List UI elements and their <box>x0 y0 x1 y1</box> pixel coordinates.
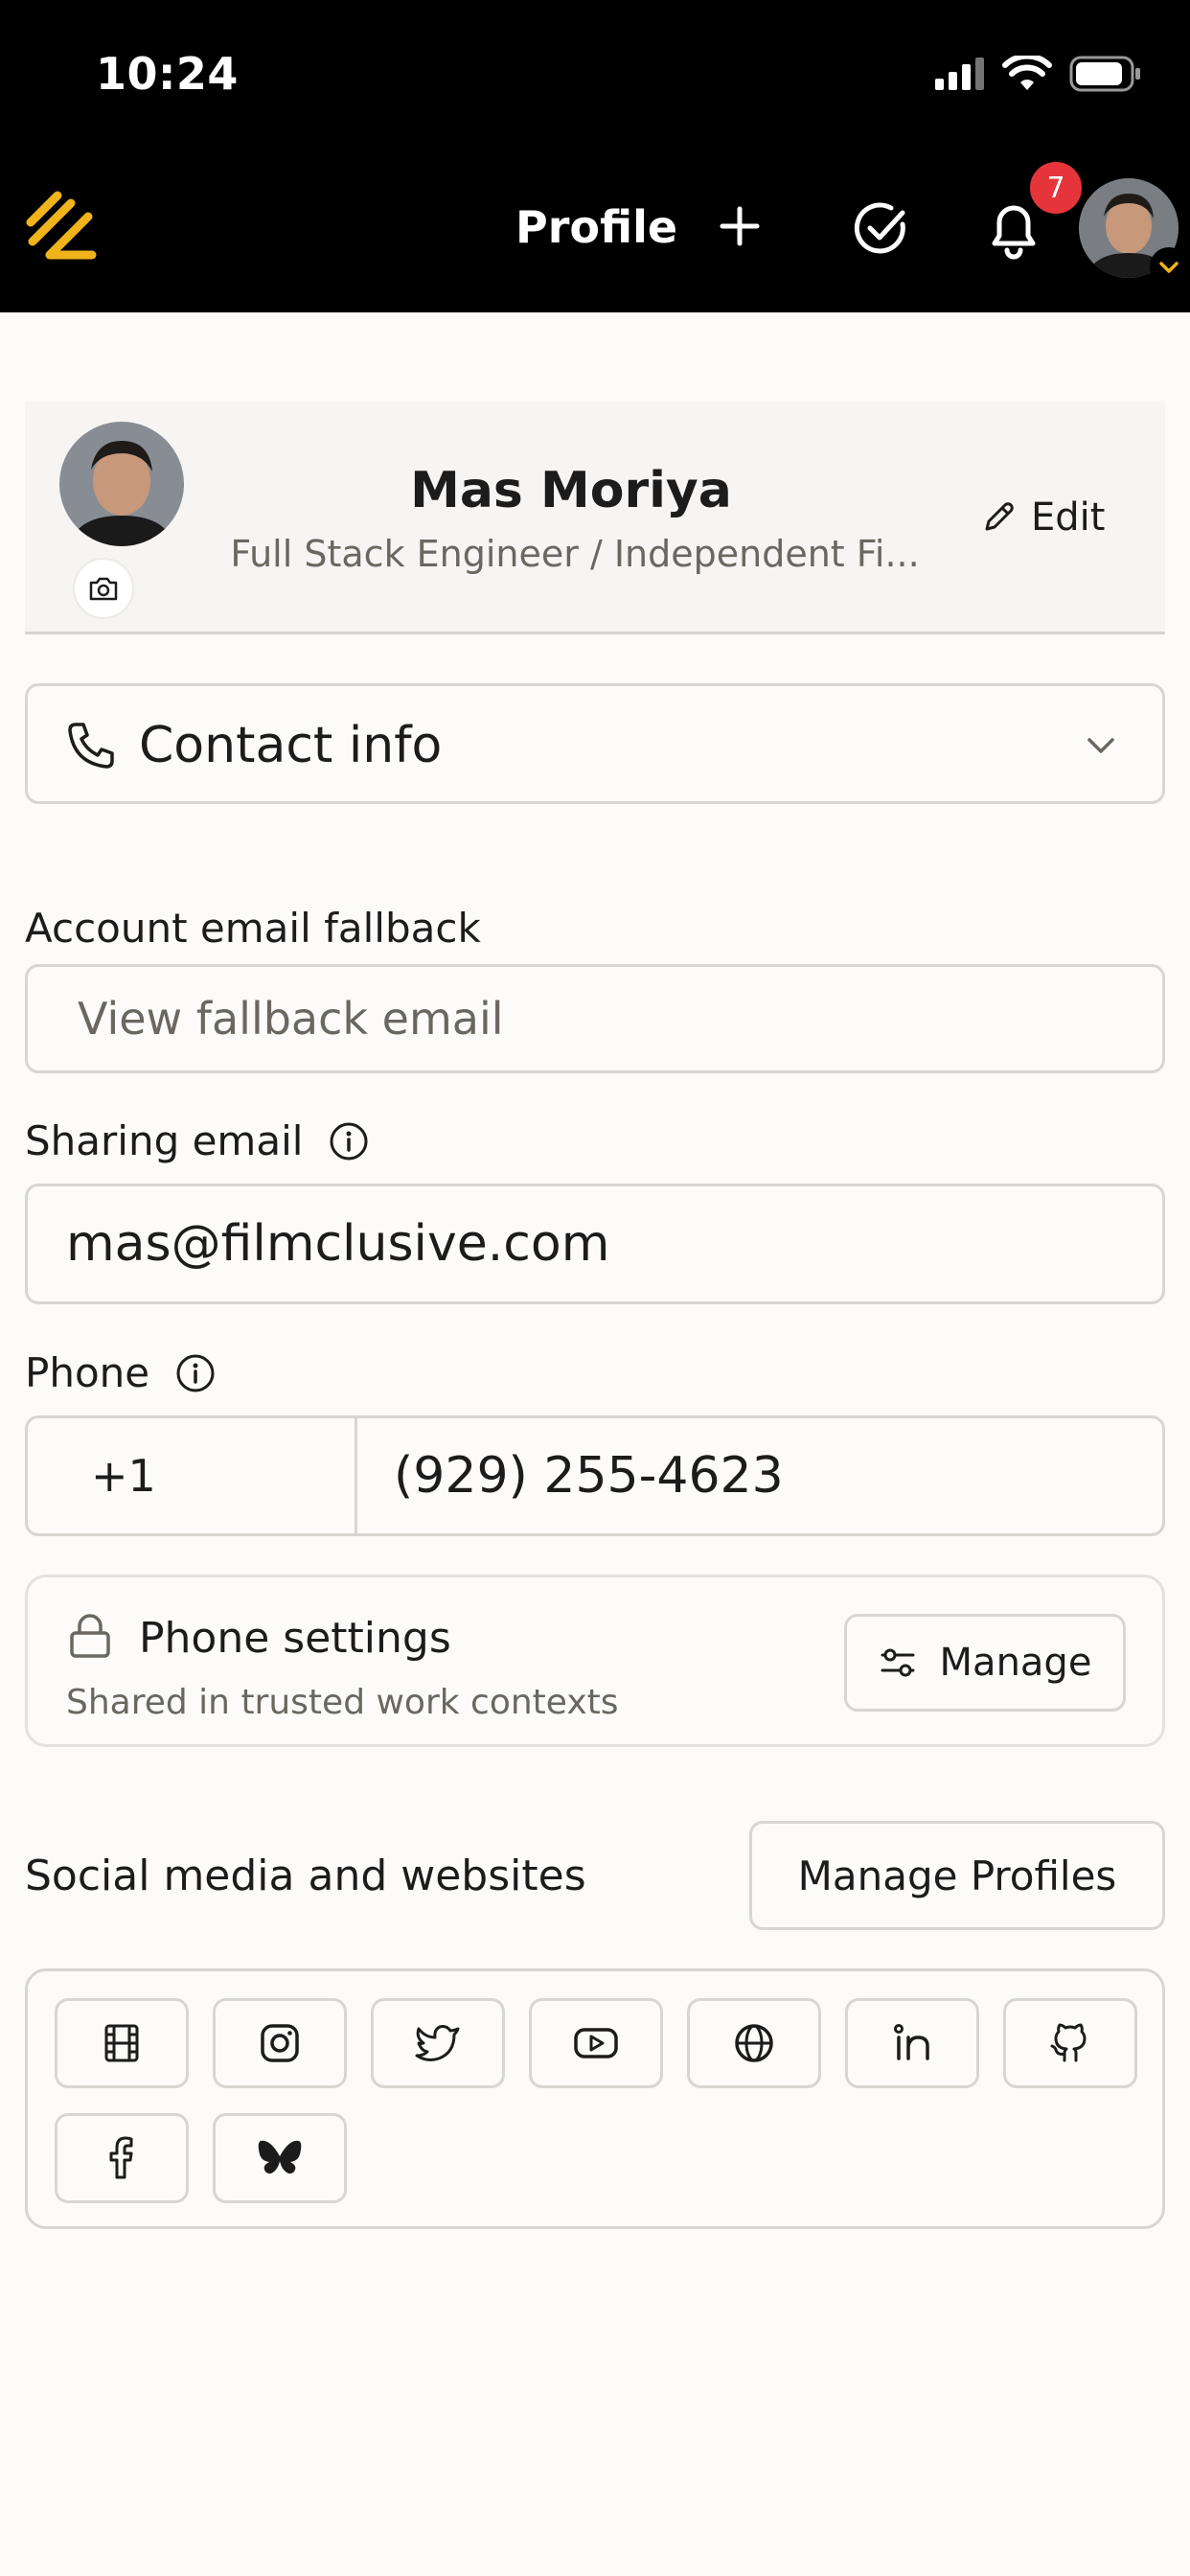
pencil-icon <box>985 502 1014 531</box>
linkedin-icon <box>894 2024 929 2060</box>
manage-label: Manage <box>939 1641 1092 1685</box>
youtube-icon <box>574 2028 618 2058</box>
edit-label: Edit <box>1031 495 1106 540</box>
info-icon[interactable] <box>174 1352 217 1394</box>
phone-field-row: +1 (929) 255-4623 <box>25 1415 1165 1536</box>
linkedin-link-button[interactable] <box>845 1998 979 2088</box>
app-logo-icon[interactable] <box>21 186 102 266</box>
film-icon <box>104 2024 139 2062</box>
globe-icon <box>735 2024 773 2062</box>
fallback-email-label: Account email fallback <box>25 905 481 952</box>
manage-profiles-button[interactable]: Manage Profiles <box>749 1821 1165 1930</box>
phone-number-field[interactable]: (929) 255-4623 <box>357 1418 1162 1533</box>
phone-label-text: Phone <box>25 1349 150 1396</box>
status-time: 10:24 <box>96 48 239 100</box>
cellular-signal-icon <box>935 58 985 90</box>
page-title: Profile <box>515 201 678 253</box>
wifi-icon <box>1002 56 1052 92</box>
twitter-link-button[interactable] <box>371 1998 505 2088</box>
twitter-icon <box>415 2025 460 2061</box>
contact-info-label: Contact info <box>139 717 443 774</box>
notification-badge: 7 <box>1027 159 1085 217</box>
facebook-icon <box>109 2136 133 2179</box>
phone-settings-card: Phone settings Shared in trusted work co… <box>25 1575 1165 1747</box>
sharing-email-label-text: Sharing email <box>25 1117 304 1164</box>
battery-icon <box>1069 56 1142 92</box>
phone-settings-subtitle: Shared in trusted work contexts <box>66 1683 619 1722</box>
check-circle-icon <box>854 202 905 254</box>
profile-name: Mas Moriya <box>410 462 732 519</box>
phone-settings-title: Phone settings <box>139 1614 451 1663</box>
verified-check-icon <box>1150 247 1188 286</box>
tasks-button[interactable] <box>847 196 914 263</box>
plus-icon <box>720 206 760 246</box>
country-code-select[interactable]: +1 <box>28 1418 357 1533</box>
change-photo-button[interactable] <box>73 558 134 619</box>
fallback-email-label-text: Account email fallback <box>25 905 481 952</box>
manage-phone-button[interactable]: Manage <box>844 1614 1126 1712</box>
sharing-email-field[interactable]: mas@filmclusive.com <box>25 1184 1165 1304</box>
info-icon[interactable] <box>328 1120 370 1162</box>
bluesky-icon <box>258 2140 302 2174</box>
phone-icon <box>64 719 118 772</box>
contact-info-accordion[interactable]: Contact info <box>25 683 1165 804</box>
sharing-email-label: Sharing email <box>25 1117 370 1164</box>
view-fallback-email-button[interactable]: View fallback email <box>25 964 1165 1073</box>
website-link-button[interactable] <box>687 1998 821 2088</box>
phone-label: Phone <box>25 1349 217 1396</box>
status-icons <box>935 56 1142 92</box>
app-header: 10:24 Profile 7 <box>0 0 1190 312</box>
social-links-grid <box>25 1968 1165 2229</box>
profile-headline: Full Stack Engineer / Independent Fi... <box>230 533 920 575</box>
film-link-button[interactable] <box>55 1998 189 2088</box>
camera-icon <box>89 577 118 601</box>
edit-profile-button[interactable]: Edit <box>979 489 1105 546</box>
bluesky-link-button[interactable] <box>213 2113 347 2203</box>
add-button[interactable] <box>711 197 768 255</box>
lock-icon <box>66 1612 114 1660</box>
instagram-link-button[interactable] <box>213 1998 347 2088</box>
github-icon <box>1050 2023 1087 2062</box>
chevron-down-icon <box>1082 726 1120 765</box>
github-link-button[interactable] <box>1003 1998 1137 2088</box>
instagram-icon <box>261 2024 299 2062</box>
youtube-link-button[interactable] <box>529 1998 663 2088</box>
facebook-link-button[interactable] <box>55 2113 189 2203</box>
profile-avatar[interactable] <box>59 422 184 546</box>
sliders-icon <box>881 1648 915 1677</box>
social-heading: Social media and websites <box>25 1852 586 1900</box>
